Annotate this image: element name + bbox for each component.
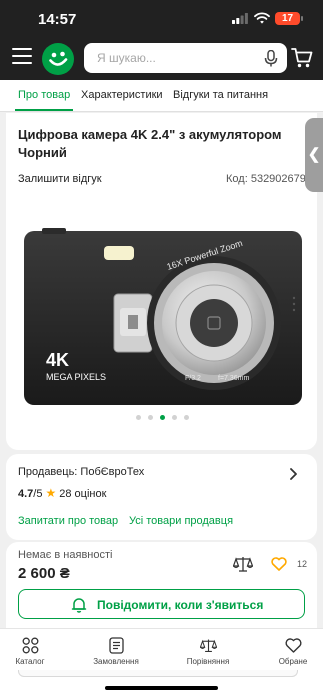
app-header: Я шукаю... bbox=[0, 38, 323, 80]
nav-favorites[interactable]: Обране bbox=[263, 637, 323, 666]
product-tabs: Про товар Характеристики Відгуки та пита… bbox=[0, 80, 323, 112]
gallery-dot[interactable] bbox=[172, 415, 177, 420]
product-code-value: 532902679 bbox=[250, 173, 306, 185]
catalog-grid-icon bbox=[22, 637, 38, 654]
nav-label: Порівняння bbox=[186, 657, 230, 666]
product-price: 2 600 ₴ bbox=[18, 565, 70, 582]
notify-when-available-button[interactable]: Повідомити, коли з'явиться bbox=[18, 589, 305, 619]
nav-label: Замовлення bbox=[93, 657, 139, 666]
camera-pixels-print: MEGA PIXELS bbox=[46, 372, 106, 382]
tab-reviews[interactable]: Відгуки та питання bbox=[173, 89, 268, 101]
availability-status: Немає в наявності bbox=[18, 549, 113, 561]
ask-about-product-link[interactable]: Запитати про товар bbox=[18, 515, 118, 527]
search-input[interactable]: Я шукаю... bbox=[84, 43, 287, 73]
star-icon: ★ bbox=[45, 486, 57, 500]
chevron-right-icon[interactable] bbox=[289, 468, 298, 480]
camera-focal-print: f=7.36mm bbox=[218, 375, 249, 382]
leave-review-link[interactable]: Залишити відгук bbox=[18, 173, 102, 185]
rating-max: /5 bbox=[33, 488, 43, 500]
camera-resolution-print: 4K bbox=[46, 350, 69, 370]
bottom-navigation: Каталог Замовлення Порівняння Обране bbox=[0, 628, 323, 670]
nav-label: Каталог bbox=[15, 657, 45, 666]
rating-value: 4.7 bbox=[18, 488, 34, 500]
heart-icon bbox=[284, 638, 302, 653]
seller-name[interactable]: Продавець: ПобЄвроТех bbox=[18, 466, 144, 478]
product-code: Код: 532902679 bbox=[226, 173, 306, 185]
cellular-signal-icon bbox=[232, 13, 248, 24]
product-card: Цифрова камера 4K 2.4" з акумулятором Чо… bbox=[6, 113, 317, 450]
orders-list-icon bbox=[108, 637, 124, 654]
active-tab-indicator bbox=[15, 109, 73, 111]
wifi-icon bbox=[254, 12, 270, 24]
nav-compare[interactable]: Порівняння bbox=[178, 637, 238, 666]
home-indicator[interactable] bbox=[105, 686, 218, 690]
rozetka-logo-icon[interactable] bbox=[42, 43, 74, 75]
gallery-dots bbox=[136, 415, 196, 421]
hamburger-menu-icon[interactable] bbox=[12, 48, 32, 66]
status-bar: 14:57 17 bbox=[0, 0, 323, 38]
microphone-icon[interactable] bbox=[264, 50, 278, 67]
product-code-label: Код: bbox=[226, 173, 248, 185]
gallery-dot-active[interactable] bbox=[160, 415, 165, 420]
camera-aperture-print: F/3.2 bbox=[185, 375, 201, 382]
product-title: Цифрова камера 4K 2.4" з акумулятором Чо… bbox=[18, 127, 282, 160]
side-panel-tab[interactable]: ❮ bbox=[305, 118, 323, 192]
seller-card: Продавець: ПобЄвроТех 4.7/5 ★ 28 оцінок За… bbox=[6, 454, 317, 540]
nav-catalog[interactable]: Каталог bbox=[0, 637, 60, 666]
heart-icon[interactable] bbox=[271, 557, 287, 571]
status-time: 14:57 bbox=[38, 11, 77, 28]
product-image[interactable]: 16X Powerful Zoom F/3.2 f=7.36mm 4K MEGA… bbox=[22, 228, 304, 408]
bell-icon bbox=[71, 598, 87, 613]
nav-orders[interactable]: Замовлення bbox=[86, 637, 146, 666]
seller-rating: 4.7/5 ★ 28 оцінок bbox=[18, 486, 106, 502]
tab-about[interactable]: Про товар bbox=[18, 89, 70, 101]
gallery-dot[interactable] bbox=[136, 415, 141, 420]
notify-button-label: Повідомити, коли з'явиться bbox=[97, 598, 264, 612]
battery-level: 17 bbox=[275, 12, 300, 25]
battery-tip bbox=[301, 16, 303, 21]
compare-scales-icon[interactable] bbox=[233, 556, 253, 572]
cart-icon[interactable] bbox=[291, 47, 313, 69]
gallery-dot[interactable] bbox=[148, 415, 153, 420]
favorite-count: 12 bbox=[297, 559, 308, 569]
rating-count: 28 оцінок bbox=[59, 488, 107, 500]
chevron-left-icon: ❮ bbox=[307, 146, 321, 163]
search-placeholder: Я шукаю... bbox=[97, 51, 156, 65]
compare-scales-icon bbox=[199, 639, 217, 653]
availability-card: Немає в наявності 2 600 ₴ 12 Повідомити,… bbox=[6, 542, 317, 628]
all-seller-products-link[interactable]: Усі товари продавця bbox=[129, 515, 233, 527]
gallery-dot[interactable] bbox=[184, 415, 189, 420]
tab-characteristics[interactable]: Характеристики bbox=[81, 89, 163, 101]
sheet-peek bbox=[18, 670, 298, 677]
nav-label: Обране bbox=[278, 657, 308, 666]
